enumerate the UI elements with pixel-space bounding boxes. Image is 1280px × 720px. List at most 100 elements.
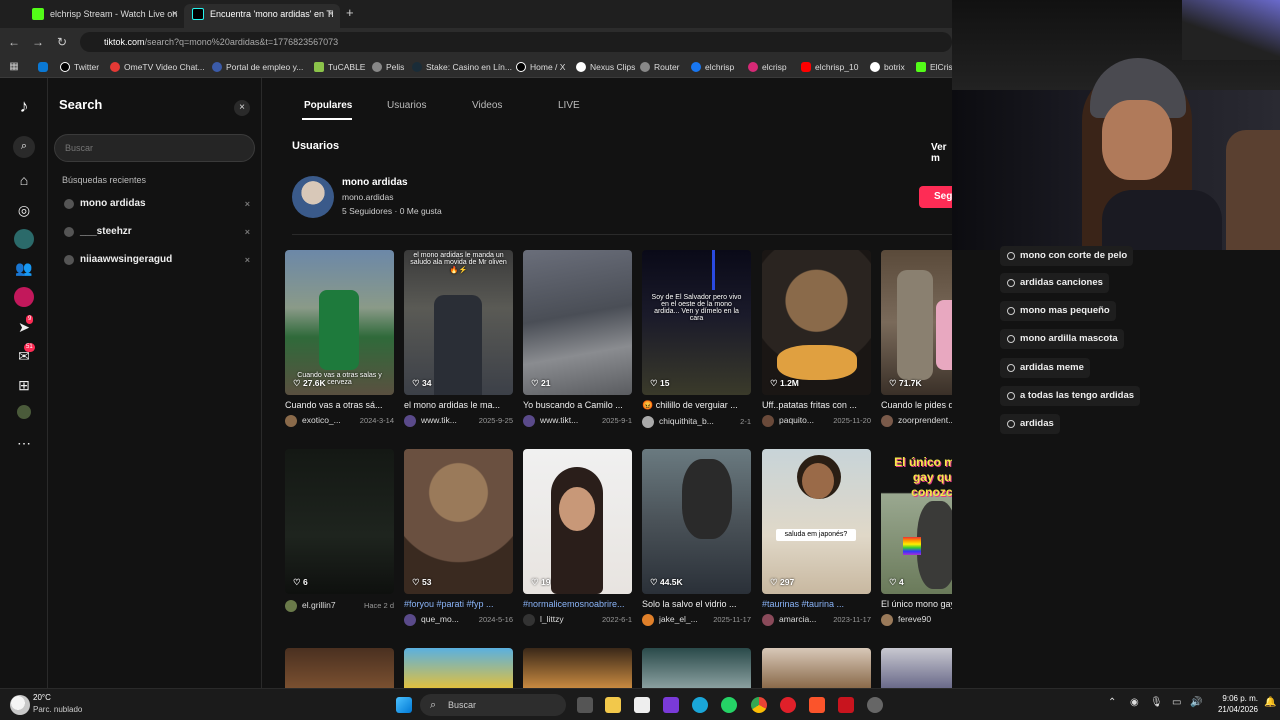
more-icon[interactable]: ⋯ bbox=[14, 433, 34, 453]
author-name[interactable]: chiquithita_b... bbox=[659, 416, 727, 426]
close-icon[interactable]: × bbox=[172, 4, 178, 24]
microphone-icon[interactable]: 🎙 bbox=[1150, 697, 1163, 708]
video-thumbnail[interactable] bbox=[285, 648, 394, 688]
video-card[interactable]: Cuando vas a otras salas y cerveza ♡ 27.… bbox=[285, 250, 394, 428]
related-search-item[interactable]: mono ardilla mascota bbox=[1000, 329, 1124, 349]
video-thumbnail[interactable]: el mono ardidas le manda un saludo ala m… bbox=[404, 250, 513, 395]
author-avatar[interactable] bbox=[404, 415, 416, 427]
bookmark[interactable]: elchrisp bbox=[691, 59, 734, 75]
video-thumbnail[interactable]: Soy de El Salvador pero vivo en el oeste… bbox=[642, 250, 751, 395]
bookmark[interactable]: elcrisp bbox=[748, 59, 787, 75]
activity-icon[interactable]: ✉ 51 bbox=[14, 343, 35, 366]
video-thumbnail[interactable]: ♡ 19 bbox=[523, 449, 632, 594]
related-search-item[interactable]: ardidas bbox=[1000, 414, 1060, 434]
bookmark[interactable]: Pelis bbox=[372, 59, 404, 75]
url-field[interactable]: tiktok.com/search?q=mono%20ardidas&t=177… bbox=[80, 32, 952, 52]
video-thumbnail[interactable]: ♡ 53 bbox=[404, 449, 513, 594]
author-avatar[interactable] bbox=[642, 614, 654, 626]
author-avatar[interactable] bbox=[404, 614, 416, 626]
new-tab-button[interactable]: + bbox=[346, 5, 354, 20]
search-icon[interactable]: ⌕ bbox=[13, 136, 35, 158]
video-thumbnail[interactable] bbox=[642, 648, 751, 688]
related-search-item[interactable]: mono mas pequeño bbox=[1000, 301, 1116, 321]
taskbar-search-box[interactable]: ⌕ Buscar bbox=[420, 694, 566, 716]
video-thumbnail[interactable]: El único mono gay que conozco ♡ 4 bbox=[881, 449, 952, 594]
video-card[interactable]: el mono ardidas le manda un saludo ala m… bbox=[404, 250, 513, 428]
bookmark[interactable]: Twitter bbox=[60, 59, 99, 75]
video-card[interactable]: ♡ 71.7K Cuando le pides dinero... zoorpr… bbox=[881, 250, 952, 428]
tab-videos[interactable]: Videos bbox=[472, 100, 502, 111]
author-name[interactable]: l_littzy bbox=[540, 614, 600, 624]
author-avatar[interactable] bbox=[881, 614, 893, 626]
notifications-icon[interactable]: 🔔 bbox=[1264, 697, 1276, 708]
browser-tab-tiktok[interactable]: Encuentra 'mono ardidas' en Ti × bbox=[184, 4, 340, 28]
author-avatar[interactable] bbox=[285, 415, 297, 427]
related-search-item[interactable]: a todas las tengo ardidas bbox=[1000, 386, 1141, 406]
remove-icon[interactable]: × bbox=[245, 250, 250, 270]
bookmark[interactable]: Home / X bbox=[516, 59, 565, 75]
user-avatar[interactable] bbox=[292, 176, 334, 218]
live-icon[interactable] bbox=[14, 287, 34, 307]
profile-avatar-icon[interactable] bbox=[17, 405, 31, 419]
video-title[interactable]: Yo buscando a Camilo ... bbox=[523, 400, 632, 410]
video-title[interactable]: Solo la salvo el vidrio ... bbox=[642, 599, 751, 609]
recent-search-item[interactable]: mono ardidas × bbox=[62, 194, 250, 214]
author-name[interactable]: amarcia... bbox=[779, 614, 839, 624]
back-arrow-icon[interactable]: ← bbox=[6, 34, 22, 50]
video-title[interactable]: 😡 chilillo de verguiar ... bbox=[642, 400, 751, 411]
brave-icon[interactable] bbox=[809, 697, 825, 713]
volume-icon[interactable]: 🔊 bbox=[1190, 697, 1202, 708]
tab-live[interactable]: LIVE bbox=[558, 100, 580, 111]
bookmark[interactable]: Router bbox=[640, 59, 680, 75]
bookmark[interactable]: TuCABLE bbox=[314, 59, 365, 75]
video-thumbnail[interactable] bbox=[523, 648, 632, 688]
video-thumbnail[interactable] bbox=[404, 648, 513, 688]
edge-icon[interactable] bbox=[692, 697, 708, 713]
chevron-up-icon[interactable]: ⌃ bbox=[1108, 697, 1116, 708]
video-thumbnail[interactable]: ♡ 44.5K bbox=[642, 449, 751, 594]
video-card[interactable]: Soy de El Salvador pero vivo en el oeste… bbox=[642, 250, 751, 429]
home-icon[interactable]: ⌂ bbox=[14, 170, 34, 190]
reload-icon[interactable]: ↻ bbox=[54, 34, 70, 50]
video-card[interactable]: ♡ 1.2M Uff..patatas fritas con ... paqui… bbox=[762, 250, 871, 428]
tray-icon[interactable]: ◉ bbox=[1130, 697, 1139, 708]
author-name[interactable]: fereve90 bbox=[898, 614, 952, 624]
author-avatar[interactable] bbox=[523, 614, 535, 626]
user-name[interactable]: mono ardidas bbox=[342, 177, 408, 188]
following-avatar-icon[interactable] bbox=[14, 229, 34, 249]
author-name[interactable]: jake_el_... bbox=[659, 614, 719, 624]
author-avatar[interactable] bbox=[762, 614, 774, 626]
recent-search-item[interactable]: niiaawwsingeragud × bbox=[62, 250, 250, 270]
bookmark[interactable]: Nexus Clips bbox=[576, 59, 635, 75]
author-name[interactable]: zoorprendent... bbox=[898, 415, 952, 425]
bookmark[interactable]: Portal de empleo y... bbox=[212, 59, 303, 75]
video-thumbnail[interactable]: ♡ 6 bbox=[285, 449, 394, 594]
video-thumbnail[interactable]: ♡ 21 bbox=[523, 250, 632, 395]
video-title[interactable]: Uff..patatas fritas con ... bbox=[762, 400, 871, 410]
video-title[interactable]: El único mono gay que... bbox=[881, 599, 952, 609]
remove-icon[interactable]: × bbox=[245, 194, 250, 214]
author-name[interactable]: www.tik... bbox=[421, 415, 481, 425]
weather-temperature[interactable]: 20°C bbox=[33, 693, 51, 702]
author-avatar[interactable] bbox=[881, 415, 893, 427]
bookmark[interactable]: Stake: Casino en Lín... bbox=[412, 59, 512, 75]
apps-grid-icon[interactable]: ▦ bbox=[6, 59, 22, 75]
video-title[interactable]: Cuando vas a otras sá... bbox=[285, 400, 394, 410]
see-more-link[interactable]: Ver m bbox=[931, 142, 952, 164]
windows-start-icon[interactable] bbox=[396, 697, 412, 713]
video-card[interactable]: ♡ 53 #foryou #parati #fyp ... que_mo... 2… bbox=[404, 449, 513, 627]
forward-arrow-icon[interactable]: → bbox=[30, 34, 46, 50]
browser-tab-kick[interactable]: elchrisp Stream - Watch Live on × bbox=[24, 4, 184, 28]
weather-description[interactable]: Parc. nublado bbox=[33, 705, 82, 714]
close-icon[interactable]: × bbox=[328, 4, 334, 24]
opera-icon[interactable] bbox=[780, 697, 796, 713]
video-title[interactable]: #taurinas #taurina ... bbox=[762, 599, 871, 609]
weather-cloud-icon[interactable] bbox=[10, 695, 30, 715]
messages-icon[interactable]: ➤ 9 bbox=[14, 315, 34, 337]
related-search-item[interactable]: ardidas canciones bbox=[1000, 273, 1109, 293]
author-name[interactable]: www.tikt... bbox=[540, 415, 600, 425]
tiktok-logo-icon[interactable]: ♪ bbox=[14, 96, 34, 116]
tab-populares[interactable]: Populares bbox=[304, 100, 352, 111]
app-icon[interactable] bbox=[663, 697, 679, 713]
video-thumbnail[interactable]: Cuando vas a otras salas y cerveza ♡ 27.… bbox=[285, 250, 394, 395]
